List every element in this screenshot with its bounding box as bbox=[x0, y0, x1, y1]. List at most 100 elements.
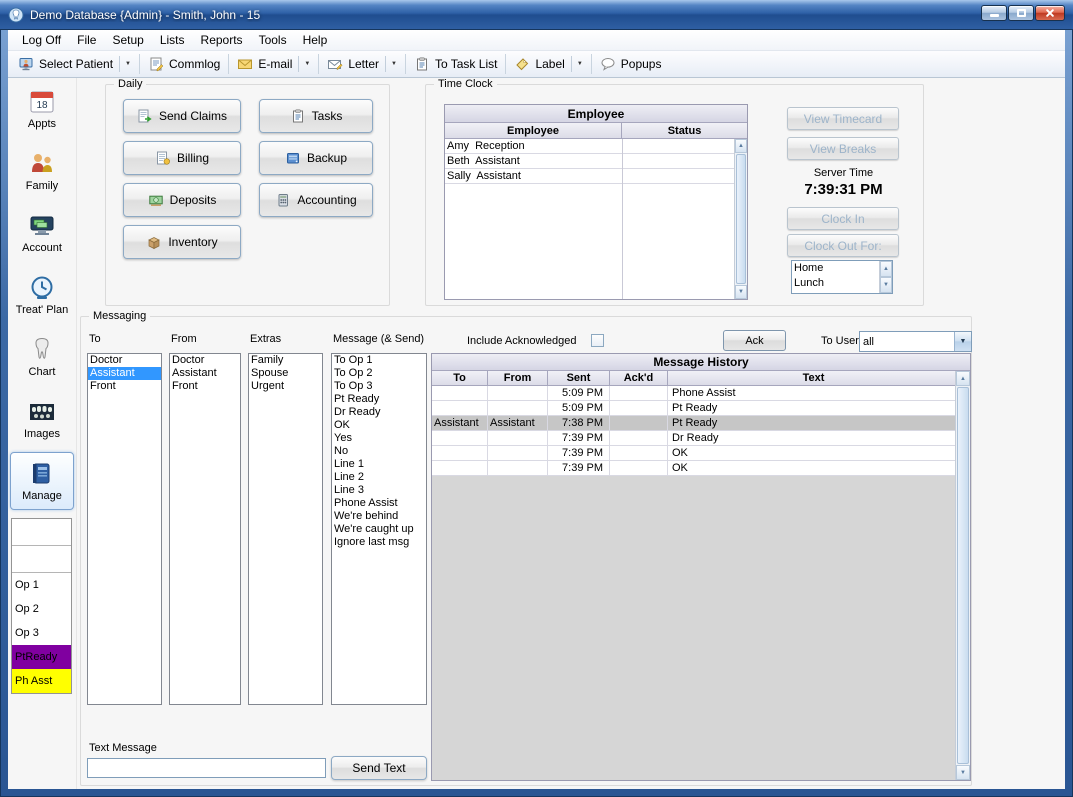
menu-item[interactable]: Lists bbox=[152, 31, 193, 49]
message-list-item[interactable]: To Op 1 bbox=[332, 354, 426, 367]
message-history-row[interactable]: 5:09 PM Pt Ready bbox=[432, 401, 955, 416]
scroll-up-icon[interactable] bbox=[956, 371, 970, 386]
employee-grid-scrollbar[interactable] bbox=[734, 139, 747, 299]
message-list-item[interactable]: We're behind bbox=[332, 510, 426, 523]
dropdown-arrow-icon[interactable] bbox=[385, 56, 397, 72]
scroll-up-icon[interactable] bbox=[735, 139, 747, 153]
send-text-button[interactable]: Send Text bbox=[331, 756, 427, 780]
to-list-item[interactable]: Doctor bbox=[88, 354, 161, 367]
clock-out-button[interactable]: Clock Out For: bbox=[787, 234, 899, 257]
message-list-item[interactable]: OK bbox=[332, 419, 426, 432]
to-list-item[interactable]: Front bbox=[88, 380, 161, 393]
commlog-button[interactable]: Commlog bbox=[142, 53, 226, 76]
message-list-item[interactable]: To Op 2 bbox=[332, 367, 426, 380]
accounting-button[interactable]: Accounting bbox=[259, 183, 373, 217]
sidebar-item-images[interactable]: Images bbox=[10, 388, 74, 450]
text-message-input[interactable] bbox=[87, 758, 326, 778]
combo-dropdown-icon[interactable] bbox=[954, 332, 971, 351]
minimize-button[interactable] bbox=[981, 5, 1007, 21]
menu-item[interactable]: Setup bbox=[104, 31, 151, 49]
close-button[interactable] bbox=[1035, 5, 1065, 21]
message-list-item[interactable]: Dr Ready bbox=[332, 406, 426, 419]
op-room-button[interactable]: PtReady bbox=[12, 645, 71, 669]
to-user-combobox[interactable]: all bbox=[859, 331, 972, 352]
sidebar-item-label: Appts bbox=[28, 118, 56, 130]
message-list-item[interactable]: No bbox=[332, 445, 426, 458]
sidebar-item-manage[interactable]: Manage bbox=[10, 452, 74, 510]
email-button[interactable]: E-mail bbox=[231, 53, 316, 76]
menu-item[interactable]: Help bbox=[295, 31, 336, 49]
dropdown-arrow-icon[interactable] bbox=[119, 56, 131, 72]
send-claims-button[interactable]: Send Claims bbox=[123, 99, 241, 133]
scrollbar-thumb[interactable] bbox=[736, 154, 746, 284]
to-task-list-button[interactable]: To Task List bbox=[408, 53, 503, 76]
to-list-item[interactable]: Assistant bbox=[88, 367, 161, 380]
message-list-item[interactable]: Pt Ready bbox=[332, 393, 426, 406]
message-list-item[interactable]: We're caught up bbox=[332, 523, 426, 536]
dropdown-arrow-icon[interactable] bbox=[298, 56, 310, 72]
message-list-item[interactable]: Ignore last msg bbox=[332, 536, 426, 549]
menu-item[interactable]: Tools bbox=[251, 31, 295, 49]
deposits-button[interactable]: Deposits bbox=[123, 183, 241, 217]
message-list-item[interactable]: Phone Assist bbox=[332, 497, 426, 510]
sidebar-item-family[interactable]: Family bbox=[10, 140, 74, 202]
menu-item[interactable]: Reports bbox=[193, 31, 251, 49]
ack-button[interactable]: Ack bbox=[723, 330, 786, 351]
op-room-button[interactable]: Op 3 bbox=[12, 621, 71, 645]
message-list-item[interactable]: To Op 3 bbox=[332, 380, 426, 393]
message-history-row[interactable]: Assistant Assistant 7:38 PM Pt Ready bbox=[432, 416, 955, 431]
clock-out-scrollbar[interactable] bbox=[879, 261, 892, 293]
include-acknowledged-checkbox[interactable] bbox=[591, 334, 604, 347]
backup-button[interactable]: Backup bbox=[259, 141, 373, 175]
extras-list-item[interactable]: Family bbox=[249, 354, 322, 367]
from-list-item[interactable]: Doctor bbox=[170, 354, 240, 367]
message-list-item[interactable]: Line 1 bbox=[332, 458, 426, 471]
extras-list-item[interactable]: Urgent bbox=[249, 380, 322, 393]
employee-row[interactable]: Sally Assistant bbox=[445, 169, 734, 184]
employee-row[interactable]: Amy Reception bbox=[445, 139, 734, 154]
view-breaks-button[interactable]: View Breaks bbox=[787, 137, 899, 160]
extras-list-item[interactable]: Spouse bbox=[249, 367, 322, 380]
clock-out-options-list: HomeLunch bbox=[791, 260, 893, 294]
sidebar-item-treatplan[interactable]: Treat' Plan bbox=[10, 264, 74, 326]
scroll-down-icon[interactable] bbox=[880, 277, 892, 293]
billing-button[interactable]: Billing bbox=[123, 141, 241, 175]
clock-in-button[interactable]: Clock In bbox=[787, 207, 899, 230]
popups-button[interactable]: Popups bbox=[594, 53, 668, 76]
message-list-item[interactable]: Yes bbox=[332, 432, 426, 445]
tasks-button[interactable]: Tasks bbox=[259, 99, 373, 133]
clock-out-option[interactable]: Lunch bbox=[792, 276, 879, 291]
label-button[interactable]: Label bbox=[508, 53, 588, 76]
message-history-row[interactable]: 7:39 PM Dr Ready bbox=[432, 431, 955, 446]
message-history-row[interactable]: 5:09 PM Phone Assist bbox=[432, 386, 955, 401]
menu-item[interactable]: File bbox=[69, 31, 104, 49]
scrollbar-thumb[interactable] bbox=[957, 387, 969, 764]
dropdown-arrow-icon[interactable] bbox=[571, 56, 583, 72]
employee-row[interactable]: Beth Assistant bbox=[445, 154, 734, 169]
view-timecard-button[interactable]: View Timecard bbox=[787, 107, 899, 130]
message-history-scrollbar[interactable] bbox=[955, 371, 970, 780]
message-history-row[interactable]: 7:39 PM OK bbox=[432, 446, 955, 461]
letter-button[interactable]: Letter bbox=[321, 53, 403, 76]
inventory-button[interactable]: Inventory bbox=[123, 225, 241, 259]
message-history-row[interactable]: 7:39 PM OK bbox=[432, 461, 955, 476]
maximize-button[interactable] bbox=[1008, 5, 1034, 21]
op-room-button[interactable]: Op 1 bbox=[12, 573, 71, 597]
sidebar-item-account[interactable]: Account bbox=[10, 202, 74, 264]
scroll-down-icon[interactable] bbox=[956, 765, 970, 780]
scroll-down-icon[interactable] bbox=[735, 285, 747, 299]
sidebar-item-appts[interactable]: 18 Appts bbox=[10, 78, 74, 140]
scroll-up-icon[interactable] bbox=[880, 261, 892, 277]
sidebar-item-chart[interactable]: Chart bbox=[10, 326, 74, 388]
message-list-item[interactable]: Line 2 bbox=[332, 471, 426, 484]
op-room-button[interactable]: Ph Asst bbox=[12, 669, 71, 693]
from-list-item[interactable]: Assistant bbox=[170, 367, 240, 380]
select-patient-button[interactable]: Select Patient bbox=[12, 53, 137, 76]
from-list-item[interactable]: Front bbox=[170, 380, 240, 393]
message-list-item[interactable]: Line 3 bbox=[332, 484, 426, 497]
op-room-button[interactable]: Op 2 bbox=[12, 597, 71, 621]
history-text-cell: Pt Ready bbox=[668, 401, 955, 415]
clock-out-option[interactable]: Home bbox=[792, 261, 879, 276]
button-label: Accounting bbox=[297, 193, 356, 207]
menu-item[interactable]: Log Off bbox=[14, 31, 69, 49]
